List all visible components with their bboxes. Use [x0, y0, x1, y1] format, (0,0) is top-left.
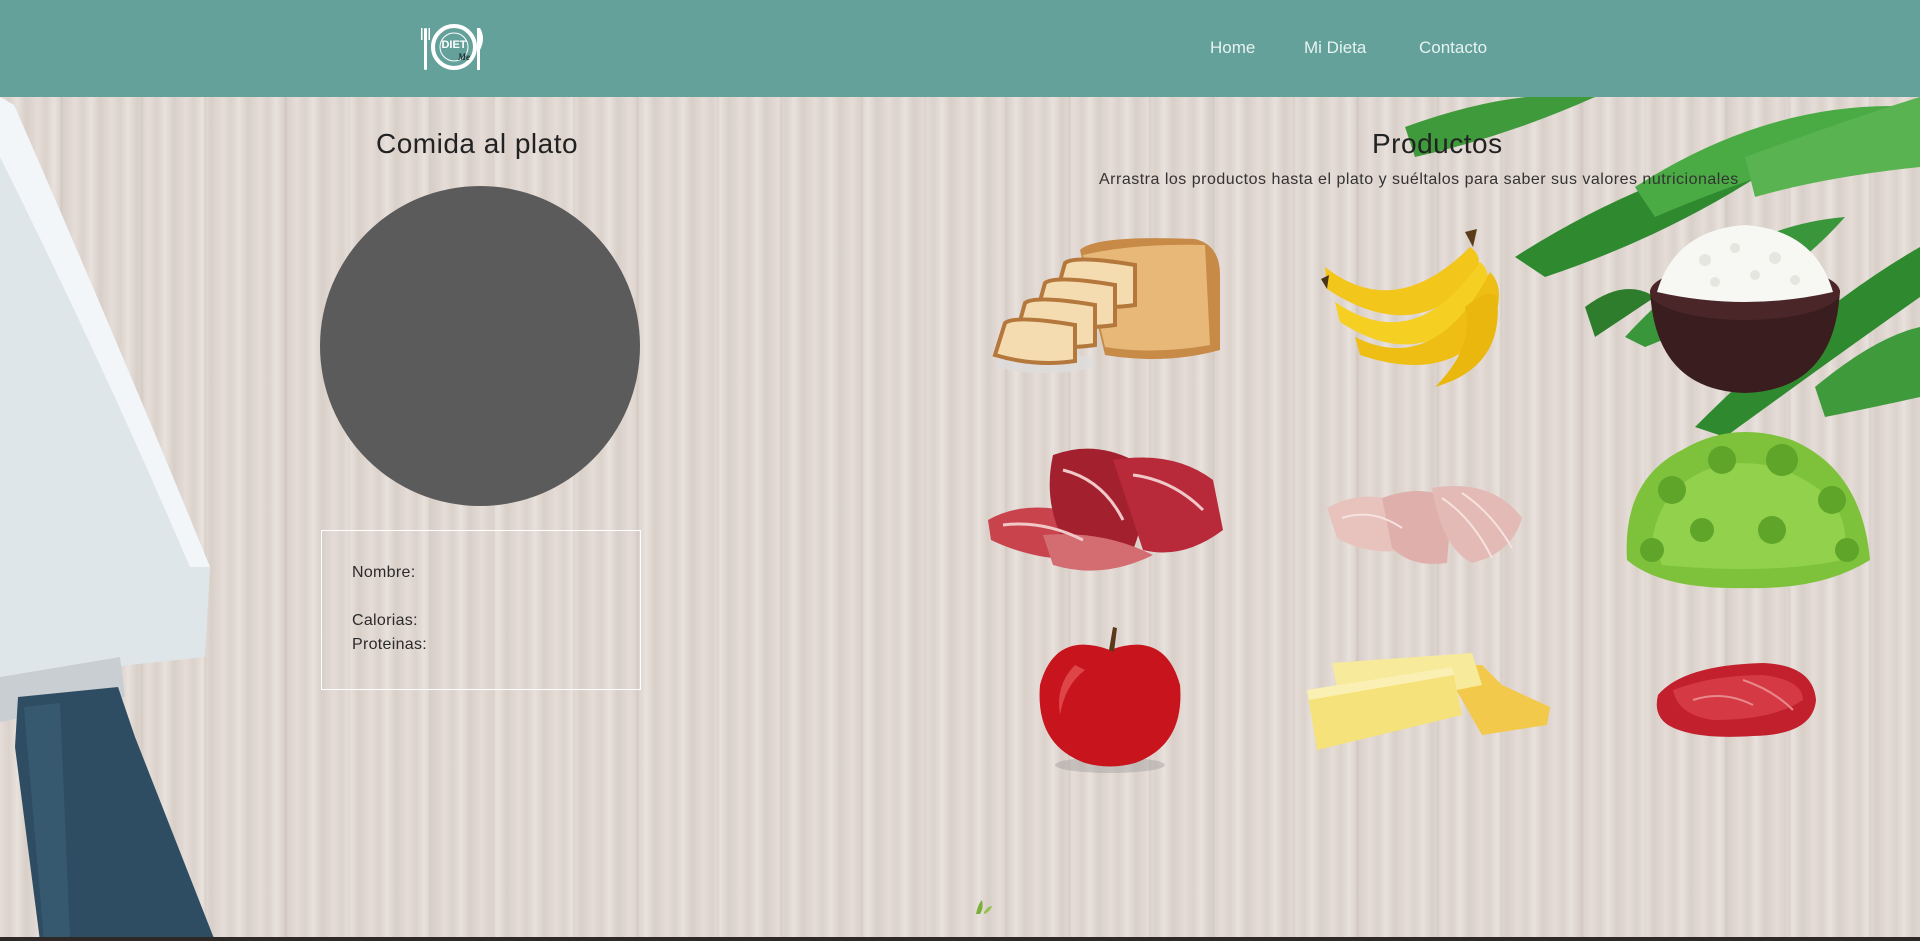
nav-home[interactable]: Home: [1210, 38, 1255, 58]
products-instructions: Arrastra los productos hasta el plato y …: [1099, 171, 1739, 188]
rice-bowl-icon[interactable]: [1645, 220, 1845, 395]
proteinas-label: Proteinas:: [352, 636, 428, 653]
knife-decoration: [0, 97, 215, 941]
bread-icon[interactable]: [985, 235, 1225, 380]
lettuce-icon[interactable]: [1622, 420, 1872, 590]
nutrition-info-box: Nombre: Calorias: Proteinas:: [321, 530, 641, 690]
plate-drop-zone[interactable]: [320, 186, 640, 506]
banana-icon[interactable]: [1315, 227, 1525, 387]
svg-text:DIET: DIET: [441, 39, 466, 51]
steak-icon[interactable]: [1653, 660, 1818, 740]
svg-text:Me: Me: [457, 52, 470, 62]
turkey-slices-icon[interactable]: [1322, 478, 1527, 568]
nav-mi-dieta[interactable]: Mi Dieta: [1304, 38, 1366, 58]
apple-icon[interactable]: [1035, 625, 1185, 775]
sprout-icon: [976, 900, 992, 914]
products-title: Productos: [1372, 128, 1503, 159]
top-navbar: DIET Me Home Mi Dieta Contacto: [0, 0, 1920, 97]
diet-me-logo[interactable]: DIET Me: [420, 20, 488, 74]
calorias-label: Calorias:: [352, 612, 418, 629]
nombre-label: Nombre:: [352, 564, 416, 581]
nav-contacto[interactable]: Contacto: [1419, 38, 1487, 58]
cured-ham-icon[interactable]: [983, 440, 1228, 580]
cheese-icon[interactable]: [1302, 645, 1552, 755]
plate-title: Comida al plato: [376, 128, 579, 159]
bottom-edge: [0, 937, 1920, 941]
